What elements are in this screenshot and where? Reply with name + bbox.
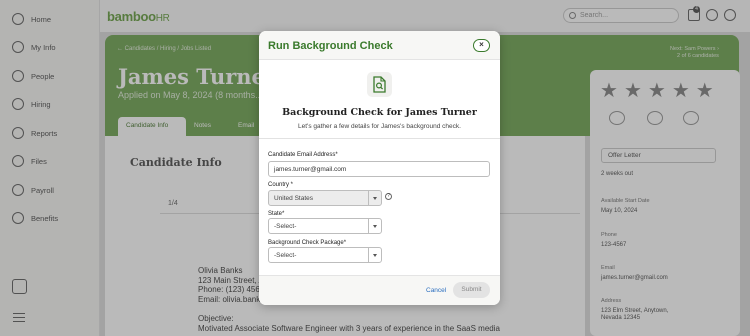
divider bbox=[259, 138, 500, 139]
state-select[interactable]: -Select- bbox=[268, 218, 382, 234]
state-value: -Select- bbox=[274, 223, 297, 230]
package-select[interactable]: -Select- bbox=[268, 247, 382, 263]
package-label: Background Check Package* bbox=[268, 240, 347, 246]
country-label: Country * bbox=[268, 182, 294, 188]
chevron-down-icon bbox=[368, 191, 381, 205]
country-value: United States bbox=[274, 195, 314, 202]
help-circle-icon[interactable]: ? bbox=[385, 193, 392, 200]
modal-title: Run Background Check bbox=[268, 40, 393, 52]
background-check-modal: Run Background Check × Background Check … bbox=[259, 31, 500, 305]
document-search-icon bbox=[367, 72, 392, 97]
modal-heading: Background Check for James Turner bbox=[282, 107, 477, 118]
cancel-button[interactable]: Cancel bbox=[426, 287, 446, 294]
modal-subheading: Let's gather a few details for James's b… bbox=[298, 123, 461, 130]
email-field[interactable]: james.turner@gmail.com bbox=[268, 161, 490, 177]
chevron-down-icon bbox=[368, 248, 381, 262]
modal-footer: Cancel Submit bbox=[259, 275, 500, 305]
submit-button[interactable]: Submit bbox=[453, 282, 490, 298]
close-button[interactable]: × bbox=[473, 39, 490, 52]
package-value: -Select- bbox=[274, 252, 297, 259]
country-select[interactable]: United States bbox=[268, 190, 382, 206]
modal-header: Run Background Check × bbox=[259, 31, 500, 60]
chevron-down-icon bbox=[368, 219, 381, 233]
email-label: Candidate Email Address* bbox=[268, 152, 338, 158]
state-label: State* bbox=[268, 211, 285, 217]
